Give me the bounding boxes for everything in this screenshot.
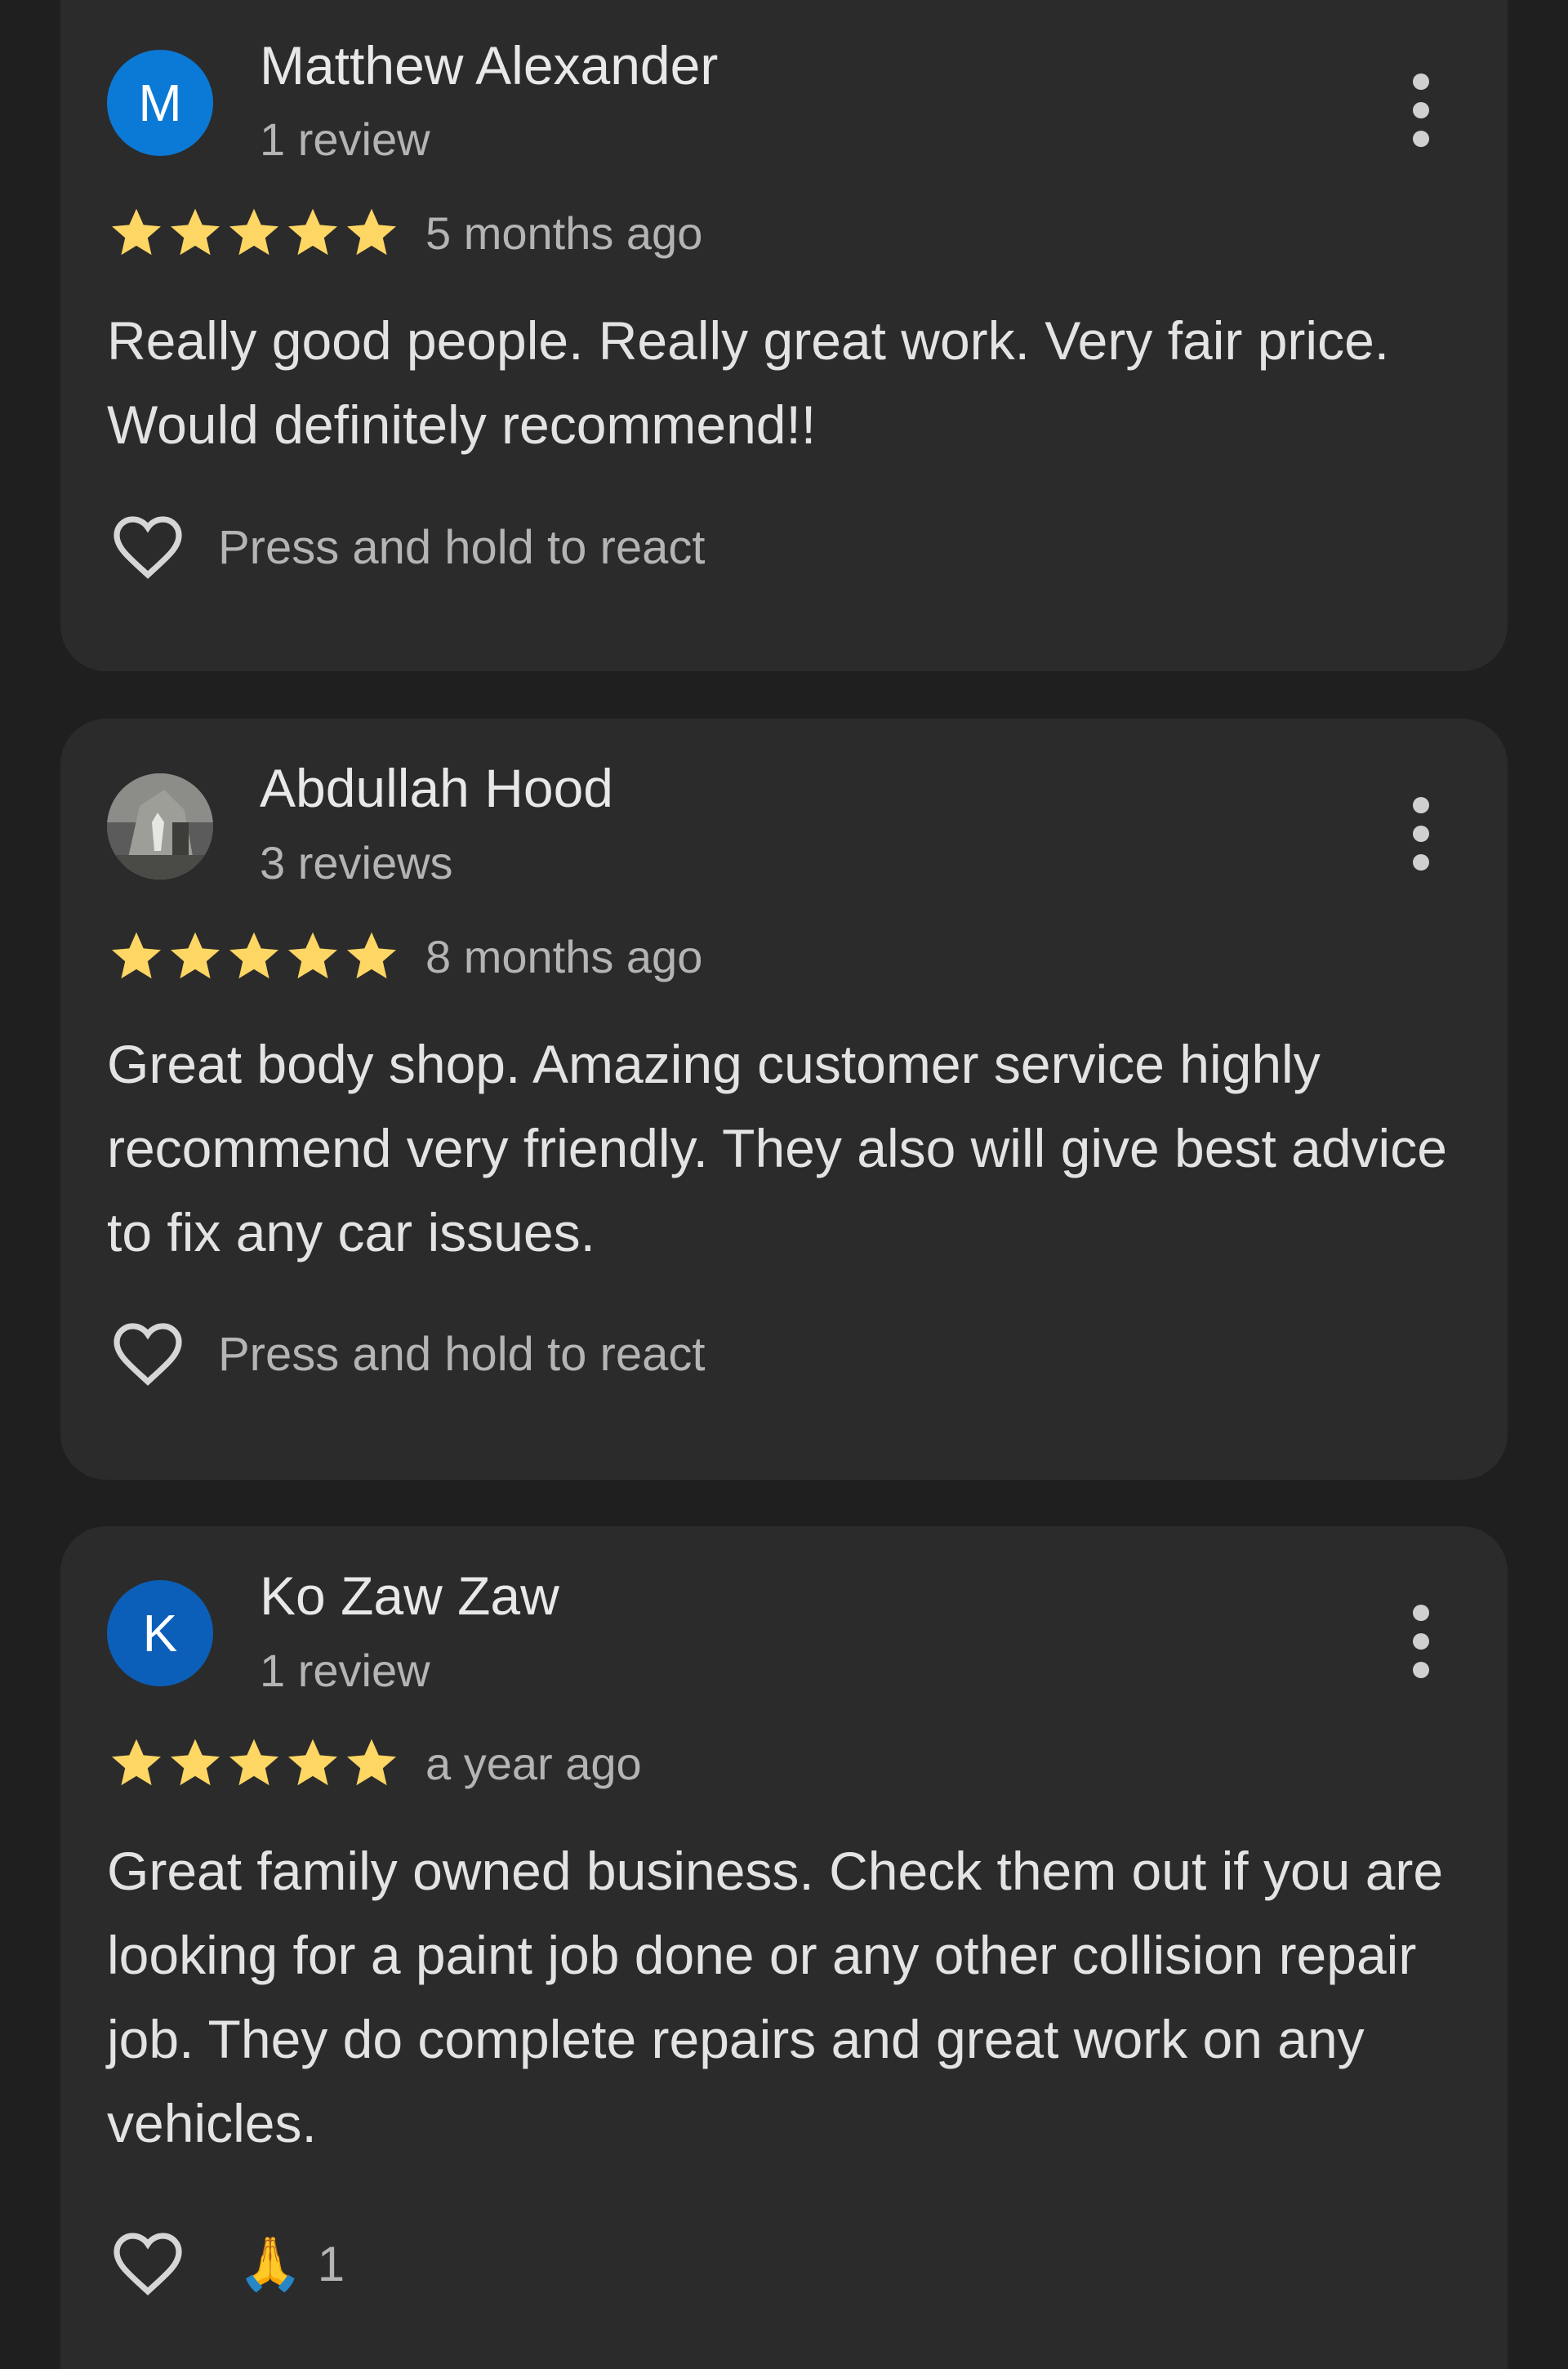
- star-icon: [229, 1739, 278, 1786]
- avatar-photo: [107, 773, 213, 879]
- more-vert-icon: [1413, 73, 1429, 90]
- star-icon: [171, 208, 220, 256]
- star-rating: [107, 1734, 401, 1792]
- rating-row: 5 months ago: [107, 200, 702, 265]
- heart-icon: [114, 516, 182, 579]
- review-card: K Ko Zaw Zaw 1 review a year ago Great f…: [60, 1526, 1508, 2369]
- heart-icon: [114, 1323, 182, 1386]
- avatar[interactable]: M: [107, 50, 213, 156]
- reaction-row: Press and hold to react: [107, 1313, 705, 1395]
- rating-row: a year ago: [107, 1730, 642, 1796]
- more-options-button[interactable]: [1405, 797, 1437, 871]
- more-vert-icon: [1413, 797, 1429, 813]
- star-icon: [288, 1739, 337, 1786]
- star-icon: [112, 208, 161, 256]
- star-icon: [347, 932, 396, 979]
- star-icon: [171, 1739, 220, 1786]
- reviewer-name[interactable]: Abdullah Hood: [260, 757, 613, 819]
- more-options-button[interactable]: [1405, 73, 1437, 147]
- more-vert-icon-dot: [1413, 826, 1429, 842]
- more-vert-icon-dot: [1413, 1633, 1429, 1650]
- more-options-button[interactable]: [1405, 1605, 1437, 1678]
- heart-icon: [114, 2233, 182, 2296]
- star-icon: [112, 1739, 161, 1786]
- avatar[interactable]: K: [107, 1580, 213, 1686]
- review-count: 1 review: [260, 1645, 430, 1696]
- react-button[interactable]: [107, 506, 189, 588]
- more-vert-icon-dot: [1413, 102, 1429, 118]
- more-vert-icon-dot: [1413, 131, 1429, 147]
- star-icon: [288, 932, 337, 979]
- review-card: M Matthew Alexander 1 review 5 months ag…: [60, 0, 1508, 671]
- reaction-row: Press and hold to react: [107, 506, 705, 588]
- review-date: 8 months ago: [425, 930, 703, 982]
- star-rating: [107, 927, 401, 986]
- star-icon: [171, 932, 220, 979]
- review-date: 5 months ago: [425, 207, 703, 259]
- star-icon: [229, 932, 278, 979]
- reviewer-name[interactable]: Matthew Alexander: [260, 34, 718, 96]
- react-hint: Press and hold to react: [218, 520, 706, 574]
- star-icon: [288, 208, 337, 256]
- review-card: Abdullah Hood 3 reviews 8 months ago Gre…: [60, 719, 1508, 1480]
- reaction-chip[interactable]: 🙏 1: [238, 2236, 345, 2292]
- star-icon: [347, 208, 396, 256]
- react-button[interactable]: [107, 2223, 189, 2304]
- react-button[interactable]: [107, 1313, 189, 1395]
- review-date: a year ago: [425, 1737, 642, 1789]
- reaction-count: 1: [317, 2236, 345, 2291]
- rating-row: 8 months ago: [107, 924, 702, 989]
- more-vert-icon: [1413, 1605, 1429, 1621]
- review-text: Great body shop. Amazing customer servic…: [107, 1034, 1447, 1262]
- review-count: 1 review: [260, 114, 430, 165]
- star-icon: [347, 1739, 396, 1786]
- reaction-row: 🙏 1: [107, 2223, 345, 2304]
- review-text: Great family owned business. Check them …: [107, 1841, 1444, 2153]
- react-hint: Press and hold to react: [218, 1327, 706, 1381]
- review-text: Really good people. Really great work. V…: [107, 310, 1390, 455]
- review-count: 3 reviews: [260, 837, 453, 888]
- star-rating: [107, 203, 401, 262]
- reviewer-name[interactable]: Ko Zaw Zaw: [260, 1565, 559, 1627]
- star-icon: [229, 208, 278, 256]
- avatar-letter: M: [138, 73, 182, 132]
- star-icon: [112, 932, 161, 979]
- more-vert-icon-dot: [1413, 854, 1429, 871]
- more-vert-icon-dot: [1413, 1662, 1429, 1678]
- folded-hands-icon: 🙏: [238, 2234, 303, 2293]
- avatar-letter: K: [142, 1604, 178, 1663]
- avatar[interactable]: [107, 773, 213, 879]
